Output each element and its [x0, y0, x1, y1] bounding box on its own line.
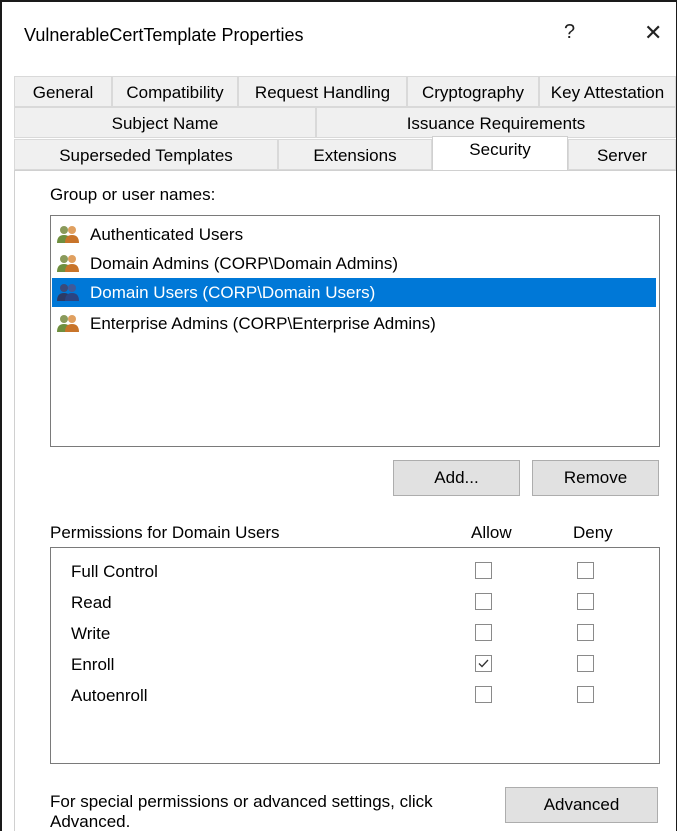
deny-checkbox[interactable]: [577, 562, 594, 579]
checkmark-icon: [478, 659, 489, 668]
advanced-hint-line1: For special permissions or advanced sett…: [50, 792, 433, 811]
allow-header: Allow: [471, 523, 512, 542]
allow-checkbox[interactable]: [475, 593, 492, 610]
permission-row-autoenroll: Autoenroll: [51, 680, 659, 711]
tab-request-handling[interactable]: Request Handling: [238, 76, 407, 107]
close-button[interactable]: ✕: [644, 20, 662, 46]
allow-checkbox[interactable]: [475, 686, 492, 703]
user-name: Authenticated Users: [90, 225, 244, 244]
permission-name: Read: [71, 593, 112, 612]
tab-superseded-templates[interactable]: Superseded Templates: [14, 139, 278, 170]
title-bar: VulnerableCertTemplate Properties ? ✕: [2, 2, 676, 52]
permission-row-full-control: Full Control: [51, 556, 659, 587]
advanced-button[interactable]: Advanced: [505, 787, 658, 823]
tab-issuance-requirements[interactable]: Issuance Requirements: [316, 107, 676, 138]
permission-name: Autoenroll: [71, 686, 148, 705]
deny-checkbox[interactable]: [577, 686, 594, 703]
deny-checkbox[interactable]: [577, 593, 594, 610]
properties-dialog: VulnerableCertTemplate Properties ? ✕ Ge…: [0, 0, 677, 831]
add-button[interactable]: Add...: [393, 460, 520, 496]
user-item-domain-users[interactable]: Domain Users (CORP\Domain Users): [52, 278, 656, 307]
tab-subject-name[interactable]: Subject Name: [14, 107, 316, 138]
help-button[interactable]: ?: [564, 21, 575, 44]
tab-extensions[interactable]: Extensions: [278, 139, 432, 170]
users-icon: [56, 282, 80, 302]
allow-checkbox[interactable]: [475, 624, 492, 641]
deny-header: Deny: [573, 523, 613, 542]
permissions-list: Full Control Read Write Enroll Autoenrol…: [50, 547, 660, 764]
permission-row-enroll: Enroll: [51, 649, 659, 680]
user-list[interactable]: Authenticated Users Domain Admins (CORP\…: [50, 215, 660, 447]
permission-name: Full Control: [71, 562, 158, 581]
tab-cryptography[interactable]: Cryptography: [407, 76, 539, 107]
users-icon: [56, 313, 80, 333]
remove-button[interactable]: Remove: [532, 460, 659, 496]
deny-checkbox[interactable]: [577, 655, 594, 672]
permissions-label: Permissions for Domain Users: [50, 523, 280, 542]
user-name: Domain Users (CORP\Domain Users): [90, 283, 376, 302]
tab-compatibility[interactable]: Compatibility: [112, 76, 238, 107]
user-name: Enterprise Admins (CORP\Enterprise Admin…: [90, 314, 436, 333]
permission-name: Write: [71, 624, 111, 643]
permission-name: Enroll: [71, 655, 115, 674]
permission-row-write: Write: [51, 618, 659, 649]
window-title: VulnerableCertTemplate Properties: [24, 25, 304, 45]
permission-row-read: Read: [51, 587, 659, 618]
advanced-hint-line2: Advanced.: [50, 812, 131, 831]
tab-security[interactable]: Security: [432, 136, 568, 170]
group-or-user-names-label: Group or user names:: [50, 185, 216, 204]
users-icon: [56, 253, 80, 273]
user-name: Domain Admins (CORP\Domain Admins): [90, 254, 398, 273]
tab-strip: General Compatibility Request Handling C…: [14, 76, 676, 171]
security-panel: Group or user names: Authenticated Users: [14, 170, 676, 831]
tab-key-attestation[interactable]: Key Attestation: [539, 76, 676, 107]
tab-general[interactable]: General: [14, 76, 112, 107]
users-icon: [56, 224, 80, 244]
allow-checkbox[interactable]: [475, 655, 492, 672]
deny-checkbox[interactable]: [577, 624, 594, 641]
allow-checkbox[interactable]: [475, 562, 492, 579]
tab-server[interactable]: Server: [568, 139, 676, 170]
